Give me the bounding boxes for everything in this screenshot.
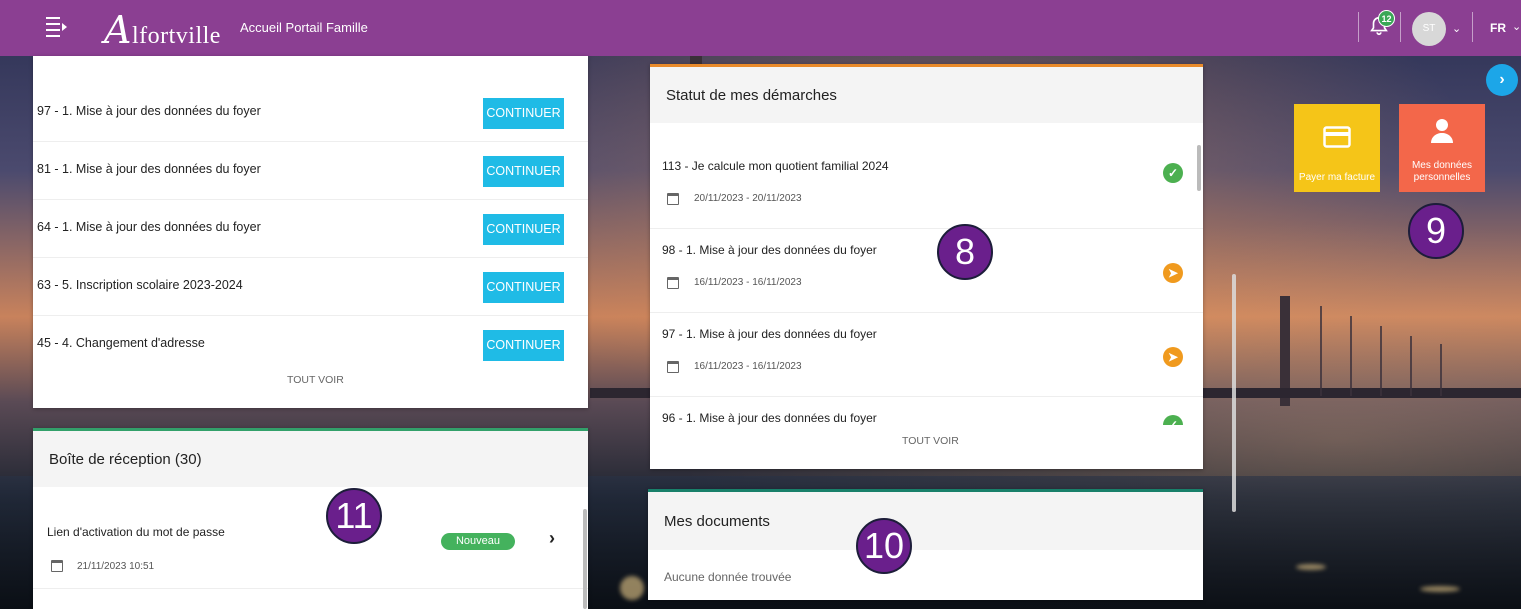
callout-marker: 10 — [856, 518, 912, 574]
list-item[interactable]: 97 - 1. Mise à jour des données du foyer… — [650, 313, 1203, 397]
procedure-title: 113 - Je calcule mon quotient familial 2… — [662, 159, 889, 173]
list-item: 64 - 1. Mise à jour des données du foyer… — [33, 200, 588, 258]
procedure-label: 64 - 1. Mise à jour des données du foyer — [37, 220, 261, 234]
forward-arrow-icon: ➤ — [1163, 263, 1183, 283]
documents-card: Mes documents Aucune donnée trouvée — [648, 489, 1203, 600]
street-lamp — [620, 576, 644, 600]
callout-marker: 11 — [326, 488, 382, 544]
portal-title: Accueil Portail Famille — [240, 20, 368, 35]
check-icon: ✓ — [1163, 163, 1183, 183]
list-item: 97 - 1. Mise à jour des données du foyer… — [33, 84, 588, 142]
page-scrollbar[interactable] — [1232, 274, 1236, 512]
callout-marker: 8 — [937, 224, 993, 280]
inbox-card: Boîte de réception (30) Lien d'activatio… — [33, 428, 588, 609]
bridge-cable — [1320, 306, 1322, 396]
list-item[interactable]: 96 - 1. Mise à jour des données du foyer… — [650, 397, 1203, 427]
city-logo[interactable]: Alfortville — [104, 8, 221, 52]
procedures-status-card: Statut de mes démarches 113 - Je calcule… — [650, 64, 1203, 469]
continue-button[interactable]: CONTINUER — [483, 98, 564, 129]
procedure-label: 45 - 4. Changement d'adresse — [37, 336, 205, 350]
calendar-icon — [667, 361, 679, 373]
procedure-title: 98 - 1. Mise à jour des données du foyer — [662, 243, 877, 257]
message-date: 21/11/2023 10:51 — [77, 561, 155, 572]
chevron-right-icon[interactable]: › — [1486, 64, 1518, 96]
chevron-down-icon[interactable]: ⌄ — [1452, 22, 1461, 35]
list-item: 45 - 4. Changement d'adresse CONTINUER — [33, 316, 588, 374]
calendar-icon — [51, 560, 63, 572]
bridge-cable — [1380, 326, 1382, 396]
status-title: Statut de mes démarches — [650, 67, 1203, 123]
see-all-link[interactable]: TOUT VOIR — [902, 435, 959, 447]
check-icon: ✓ — [1163, 415, 1183, 425]
bridge-cable — [1350, 316, 1352, 396]
light-reflection — [1420, 586, 1460, 592]
empty-state-text: Aucune donnée trouvée — [664, 570, 792, 584]
list-item: 81 - 1. Mise à jour des données du foyer… — [33, 142, 588, 200]
personal-data-tile[interactable]: Mes données personnelles — [1399, 104, 1485, 192]
language-selector[interactable]: FR — [1490, 21, 1506, 35]
message-title: Lien d'activation du mot de passe — [47, 525, 225, 539]
status-scrollbar[interactable] — [1197, 145, 1201, 191]
see-all-link[interactable]: TOUT VOIR — [287, 374, 344, 386]
list-item: 63 - 5. Inscription scolaire 2023-2024 C… — [33, 258, 588, 316]
procedure-date: 16/11/2023 - 16/11/2023 — [694, 361, 802, 372]
light-reflection — [1296, 564, 1326, 570]
pay-invoice-label: Payer ma facture — [1298, 172, 1376, 183]
continue-button[interactable]: CONTINUER — [483, 272, 564, 303]
menu-toggle-icon[interactable] — [46, 17, 68, 39]
personal-data-label: Mes données personnelles — [1411, 160, 1473, 183]
inbox-scrollbar[interactable] — [583, 509, 587, 609]
credit-card-icon — [1323, 126, 1351, 148]
procedure-label: 81 - 1. Mise à jour des données du foyer — [37, 162, 261, 176]
procedure-label: 97 - 1. Mise à jour des données du foyer — [37, 104, 261, 118]
procedure-title: 97 - 1. Mise à jour des données du foyer — [662, 327, 877, 341]
continue-button[interactable]: CONTINUER — [483, 330, 564, 361]
bridge-cable — [1440, 344, 1442, 396]
notification-count-badge: 12 — [1378, 10, 1395, 27]
new-badge: Nouveau — [441, 533, 515, 550]
person-icon — [1431, 119, 1453, 143]
list-item[interactable]: 98 - 1. Mise à jour des données du foyer… — [650, 229, 1203, 313]
continue-button[interactable]: CONTINUER — [483, 214, 564, 245]
procedure-title: 96 - 1. Mise à jour des données du foyer — [662, 411, 877, 425]
header-divider — [1358, 12, 1359, 42]
procedure-date: 20/11/2023 - 20/11/2023 — [694, 193, 802, 204]
callout-marker: 9 — [1408, 203, 1464, 259]
top-navigation-bar: Alfortville Accueil Portail Famille 12 S… — [0, 0, 1521, 56]
chevron-down-icon[interactable]: ⌄ — [1512, 20, 1521, 33]
bridge-cable — [1410, 336, 1412, 396]
chevron-right-icon[interactable]: › — [549, 528, 555, 549]
user-avatar[interactable]: ST — [1412, 12, 1446, 46]
calendar-icon — [667, 193, 679, 205]
header-divider — [1400, 12, 1401, 42]
inbox-title: Boîte de réception (30) — [33, 431, 588, 487]
procedure-label: 63 - 5. Inscription scolaire 2023-2024 — [37, 278, 243, 292]
inbox-message[interactable]: Lien d'activation du mot de passe 21/11/… — [33, 509, 588, 589]
procedure-date: 16/11/2023 - 16/11/2023 — [694, 277, 802, 288]
documents-title: Mes documents — [648, 492, 1203, 550]
continue-button[interactable]: CONTINUER — [483, 156, 564, 187]
header-divider — [1472, 12, 1473, 42]
forward-arrow-icon: ➤ — [1163, 347, 1183, 367]
calendar-icon — [667, 277, 679, 289]
pay-invoice-tile[interactable]: Payer ma facture — [1294, 104, 1380, 192]
list-item[interactable]: 113 - Je calcule mon quotient familial 2… — [650, 145, 1203, 229]
pending-procedures-card: 97 - 1. Mise à jour des données du foyer… — [33, 56, 588, 408]
